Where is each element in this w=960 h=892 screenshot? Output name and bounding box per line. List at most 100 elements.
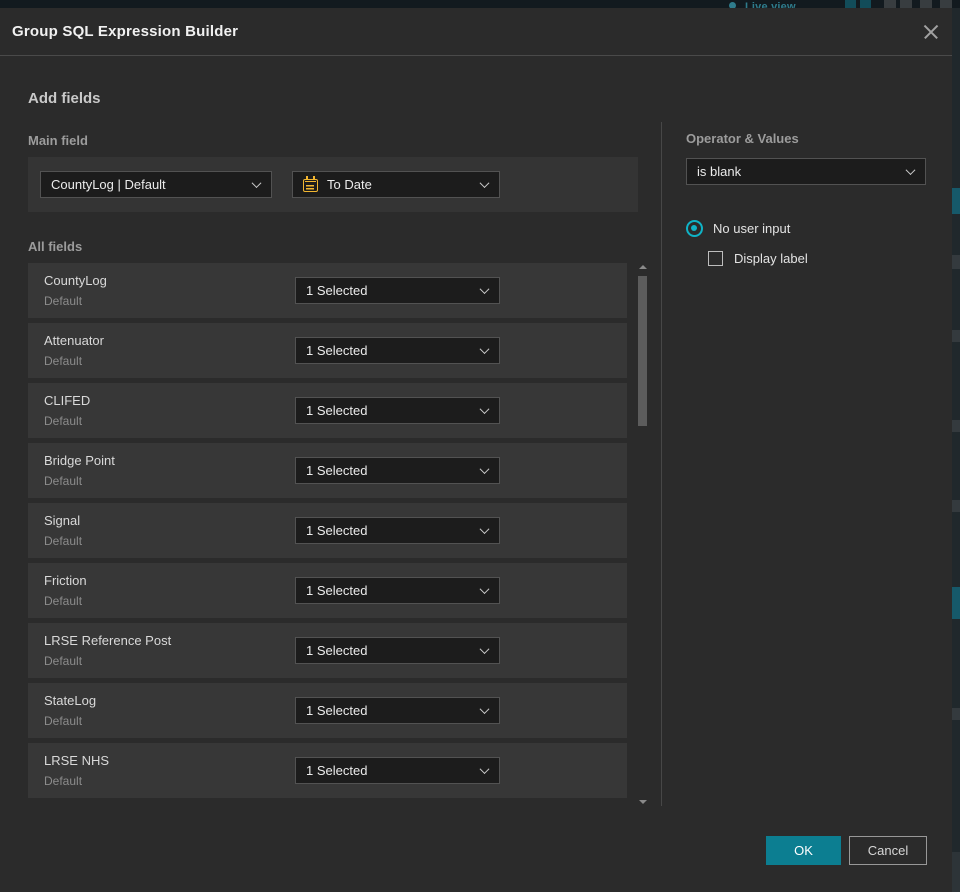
no-user-input-label: No user input [713,221,791,236]
field-name: CLIFED [44,393,91,408]
background-toolbar-fragment [900,0,912,8]
field-name: Attenuator [44,333,104,348]
field-row: CountyLog Default 1 Selected [28,263,627,318]
field-selected-value: 1 Selected [306,703,368,718]
background-fragment [952,255,960,269]
scroll-down-icon[interactable] [639,800,647,804]
background-fragment [952,708,960,720]
field-alias: Default [44,714,83,728]
background-fragment [952,587,960,619]
field-type-dropdown-value: To Date [327,177,372,192]
vertical-divider [661,122,662,806]
field-selected-value: 1 Selected [306,763,368,778]
fields-list-scrollbar[interactable] [638,263,647,806]
field-name: Signal [44,513,81,528]
chevron-down-icon [479,464,490,475]
main-field-label: Main field [28,133,88,148]
field-selected-value: 1 Selected [306,343,368,358]
field-selected-dropdown[interactable]: 1 Selected [295,337,500,364]
group-sql-expression-builder-dialog: Group SQL Expression Builder Add fields … [0,8,952,892]
field-name: Friction [44,573,87,588]
field-selected-value: 1 Selected [306,523,368,538]
field-selected-dropdown[interactable]: 1 Selected [295,397,500,424]
background-fragment [952,500,960,512]
operator-values-label: Operator & Values [686,131,799,146]
radio-selected-icon [686,220,703,237]
calendar-icon [303,175,318,192]
field-name: Bridge Point [44,453,115,468]
background-toolbar-fragment [940,0,952,8]
chevron-down-icon [479,284,490,295]
background-fragment [952,852,960,892]
field-name: StateLog [44,693,97,708]
field-type-dropdown[interactable]: To Date [292,171,500,198]
add-fields-heading: Add fields [28,90,101,107]
chevron-down-icon [251,178,262,189]
chevron-down-icon [479,704,490,715]
main-field-dropdown[interactable]: CountyLog | Default [40,171,272,198]
field-alias: Default [44,474,83,488]
display-label-text: Display label [734,251,808,266]
field-name: CountyLog [44,273,107,288]
operator-dropdown-value: is blank [697,164,742,179]
no-user-input-radio[interactable]: No user input [686,220,790,237]
field-selected-dropdown[interactable]: 1 Selected [295,457,500,484]
chevron-down-icon [479,524,490,535]
chevron-down-icon [479,644,490,655]
background-toolbar-fragment [860,0,871,8]
field-name: LRSE Reference Post [44,633,172,648]
background-fragment [952,420,960,432]
field-selected-dropdown[interactable]: 1 Selected [295,757,500,784]
field-selected-value: 1 Selected [306,283,368,298]
field-alias: Default [44,654,83,668]
cancel-button[interactable]: Cancel [849,836,927,865]
field-alias: Default [44,354,83,368]
field-alias: Default [44,774,83,788]
field-selected-dropdown[interactable]: 1 Selected [295,577,500,604]
chevron-down-icon [905,165,916,176]
field-row: StateLog Default 1 Selected [28,683,627,738]
field-selected-value: 1 Selected [306,463,368,478]
field-alias: Default [44,294,83,308]
background-fragment [952,330,960,342]
field-row: LRSE Reference Post Default 1 Selected [28,623,627,678]
ok-button[interactable]: OK [766,836,841,865]
main-field-dropdown-value: CountyLog | Default [51,177,166,192]
all-fields-label: All fields [28,239,83,254]
background-toolbar-fragment [845,0,856,8]
background-toolbar-fragment [884,0,896,8]
field-selected-dropdown[interactable]: 1 Selected [295,277,500,304]
chevron-down-icon [479,764,490,775]
field-name: LRSE NHS [44,753,110,768]
field-selected-dropdown[interactable]: 1 Selected [295,517,500,544]
field-alias: Default [44,594,83,608]
dialog-header: Group SQL Expression Builder [0,8,952,56]
field-selected-value: 1 Selected [306,403,368,418]
field-row: CLIFED Default 1 Selected [28,383,627,438]
field-selected-value: 1 Selected [306,643,368,658]
dialog-title: Group SQL Expression Builder [12,23,239,40]
main-field-panel: CountyLog | Default To Date [28,157,638,212]
scrollbar-thumb[interactable] [638,276,647,426]
close-icon[interactable] [920,21,942,43]
chevron-down-icon [479,584,490,595]
operator-dropdown[interactable]: is blank [686,158,926,185]
live-view-label: Live view [745,1,796,8]
scroll-up-icon[interactable] [639,265,647,269]
chevron-down-icon [479,344,490,355]
field-alias: Default [44,534,83,548]
chevron-down-icon [479,178,490,189]
background-toolbar-fragment [920,0,932,8]
checkbox-unchecked-icon [708,251,723,266]
field-row: LRSE NHS Default 1 Selected [28,743,627,798]
field-row: Friction Default 1 Selected [28,563,627,618]
field-selected-value: 1 Selected [306,583,368,598]
all-fields-list: CountyLog Default 1 Selected Attenuator … [28,263,627,803]
field-row: Signal Default 1 Selected [28,503,627,558]
field-selected-dropdown[interactable]: 1 Selected [295,637,500,664]
field-selected-dropdown[interactable]: 1 Selected [295,697,500,724]
field-alias: Default [44,414,83,428]
display-label-checkbox[interactable]: Display label [708,251,808,266]
background-fragment [952,188,960,214]
background-app-top-strip: Live view [0,0,960,8]
